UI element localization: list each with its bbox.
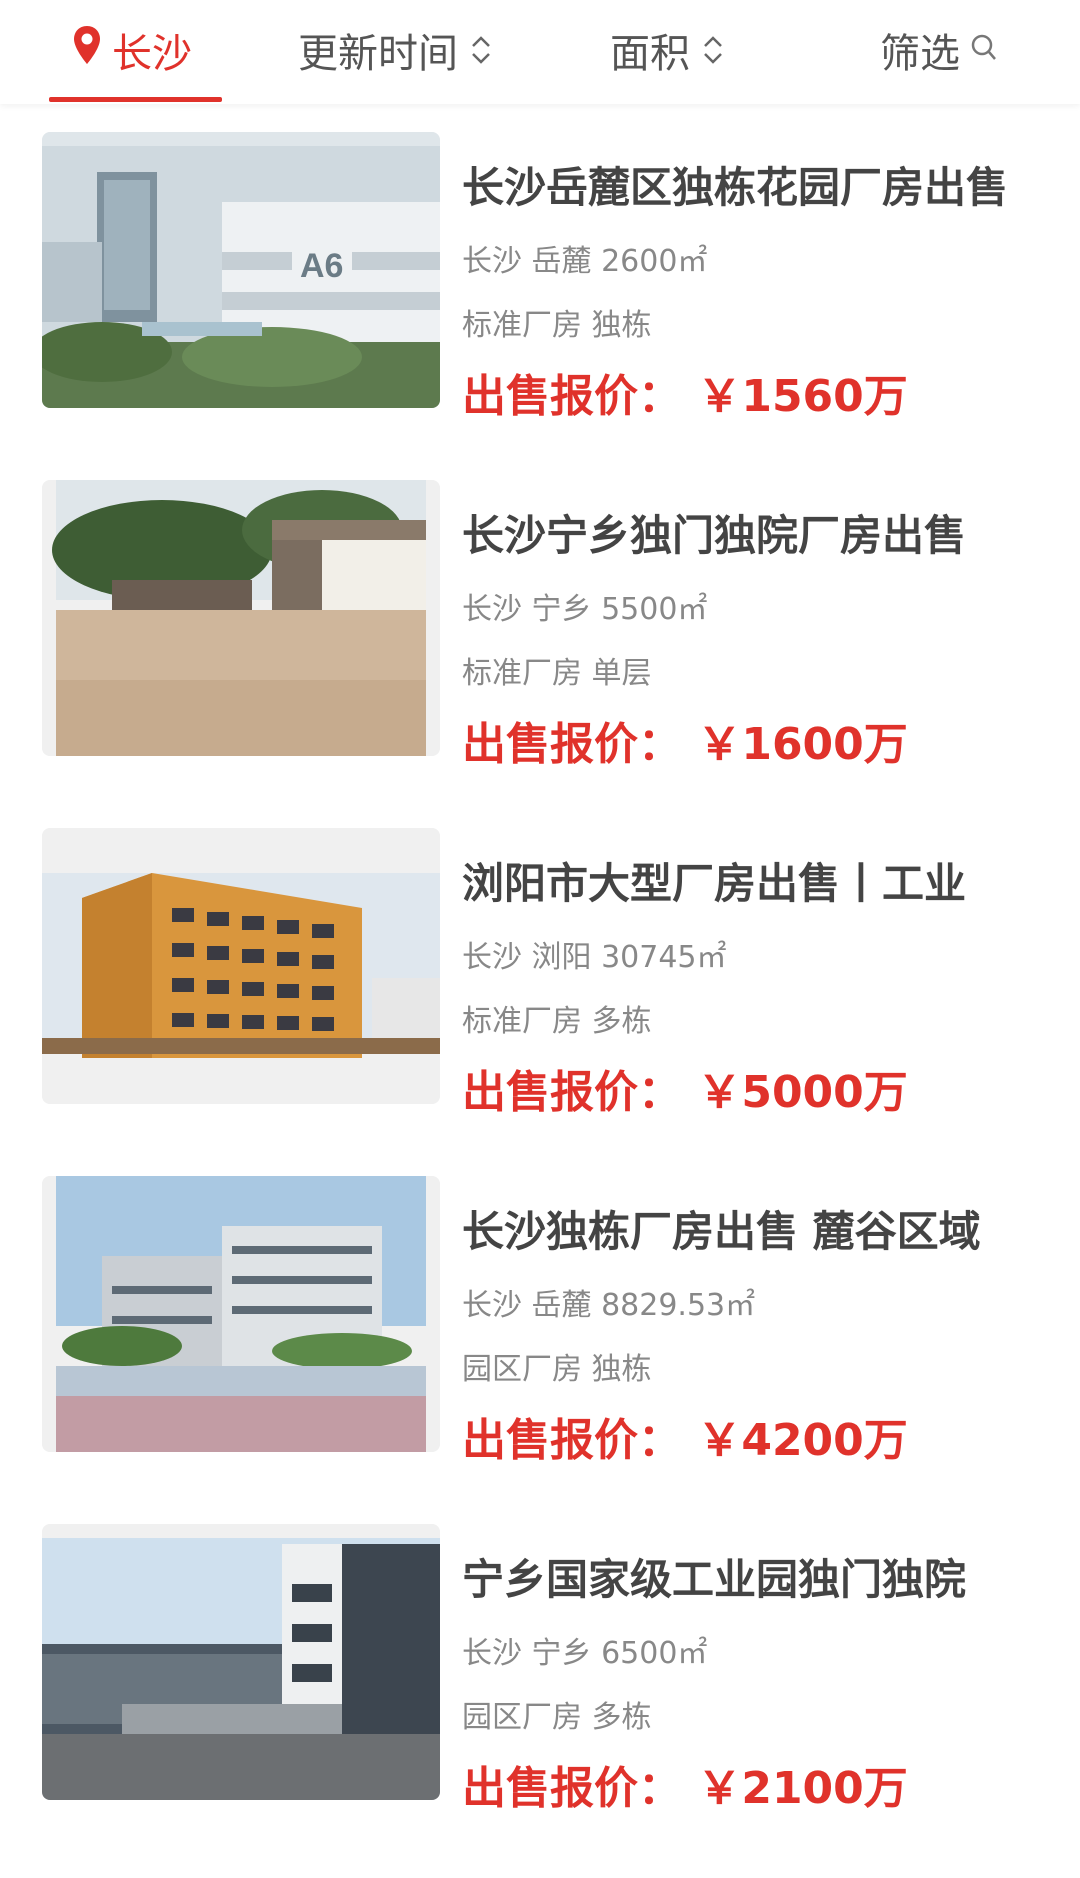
price-value: ￥2100万 (697, 1763, 908, 1814)
listing-photo (42, 480, 440, 756)
listing-price: 出售报价： ￥1560万 (462, 360, 908, 424)
price-value: ￥4200万 (697, 1415, 908, 1466)
area-sort[interactable]: 面积 (610, 0, 726, 100)
update-time-label: 更新时间 (298, 31, 458, 77)
update-time-sort[interactable]: 更新时间 (298, 0, 494, 100)
listing-card[interactable]: A6 长沙岳麓区独栋花园厂房出售 长沙 岳麓 2600㎡ 标准厂房 独栋 出售报… (0, 132, 1080, 422)
listing-photo (42, 828, 440, 1104)
location-pin-icon (72, 25, 102, 75)
price-label: 出售报价： (462, 719, 682, 770)
price-label: 出售报价： (462, 371, 682, 422)
city-filter[interactable]: 长沙 (49, 0, 222, 102)
sort-toggle-icon (468, 30, 494, 70)
filter-bar: 长沙 更新时间 面积 筛选 (0, 0, 1080, 104)
listing-tags: 园区厂房 独栋 (462, 1352, 652, 1387)
listing-price: 出售报价： ￥4200万 (462, 1404, 908, 1468)
listing-card[interactable]: 长沙独栋厂房出售 麓谷区域 长沙 岳麓 8829.53㎡ 园区厂房 独栋 出售报… (0, 1176, 1080, 1466)
building-sign: A6 (300, 247, 343, 285)
area-label: 面积 (610, 31, 690, 77)
listing-price: 出售报价： ￥5000万 (462, 1056, 908, 1120)
listing-location-area: 长沙 宁乡 6500㎡ (462, 1636, 708, 1671)
listing-photo: A6 (42, 132, 440, 408)
listing-title: 浏阳市大型厂房出售丨工业 (462, 859, 967, 908)
listing-card[interactable]: 浏阳市大型厂房出售丨工业 长沙 浏阳 30745㎡ 标准厂房 多栋 出售报价： … (0, 828, 1080, 1118)
listing-card[interactable]: 宁乡国家级工业园独门独院 长沙 宁乡 6500㎡ 园区厂房 多栋 出售报价： ￥… (0, 1524, 1080, 1814)
listing-location-area: 长沙 浏阳 30745㎡ (462, 940, 727, 975)
listing-tags: 标准厂房 单层 (462, 656, 652, 691)
search-icon (970, 27, 998, 73)
price-value: ￥5000万 (697, 1067, 908, 1118)
listing-title: 长沙宁乡独门独院厂房出售 (462, 511, 967, 560)
city-label: 长沙 (112, 31, 192, 77)
price-value: ￥1560万 (697, 371, 908, 422)
listing-title: 宁乡国家级工业园独门独院 (462, 1555, 967, 1604)
sort-toggle-icon (700, 30, 726, 70)
listing-location-area: 长沙 宁乡 5500㎡ (462, 592, 708, 627)
listing-photo (42, 1524, 440, 1800)
listing-tags: 标准厂房 独栋 (462, 308, 652, 343)
listing-price: 出售报价： ￥1600万 (462, 708, 908, 772)
price-label: 出售报价： (462, 1763, 682, 1814)
listing-tags: 标准厂房 多栋 (462, 1004, 652, 1039)
active-tab-underline (49, 97, 222, 102)
listing-title: 长沙独栋厂房出售 麓谷区域 (462, 1207, 981, 1256)
listing-card[interactable]: 长沙宁乡独门独院厂房出售 长沙 宁乡 5500㎡ 标准厂房 单层 出售报价： ￥… (0, 480, 1080, 770)
listing-photo (42, 1176, 440, 1452)
price-value: ￥1600万 (697, 719, 908, 770)
listing-location-area: 长沙 岳麓 8829.53㎡ (462, 1288, 756, 1323)
listing-tags: 园区厂房 多栋 (462, 1700, 652, 1735)
screen-label: 筛选 (880, 31, 960, 77)
screen-filter[interactable]: 筛选 (880, 0, 998, 100)
listing-price: 出售报价： ￥2100万 (462, 1752, 908, 1816)
price-label: 出售报价： (462, 1415, 682, 1466)
listing-location-area: 长沙 岳麓 2600㎡ (462, 244, 708, 279)
price-label: 出售报价： (462, 1067, 682, 1118)
listing-title: 长沙岳麓区独栋花园厂房出售 (462, 163, 1009, 212)
